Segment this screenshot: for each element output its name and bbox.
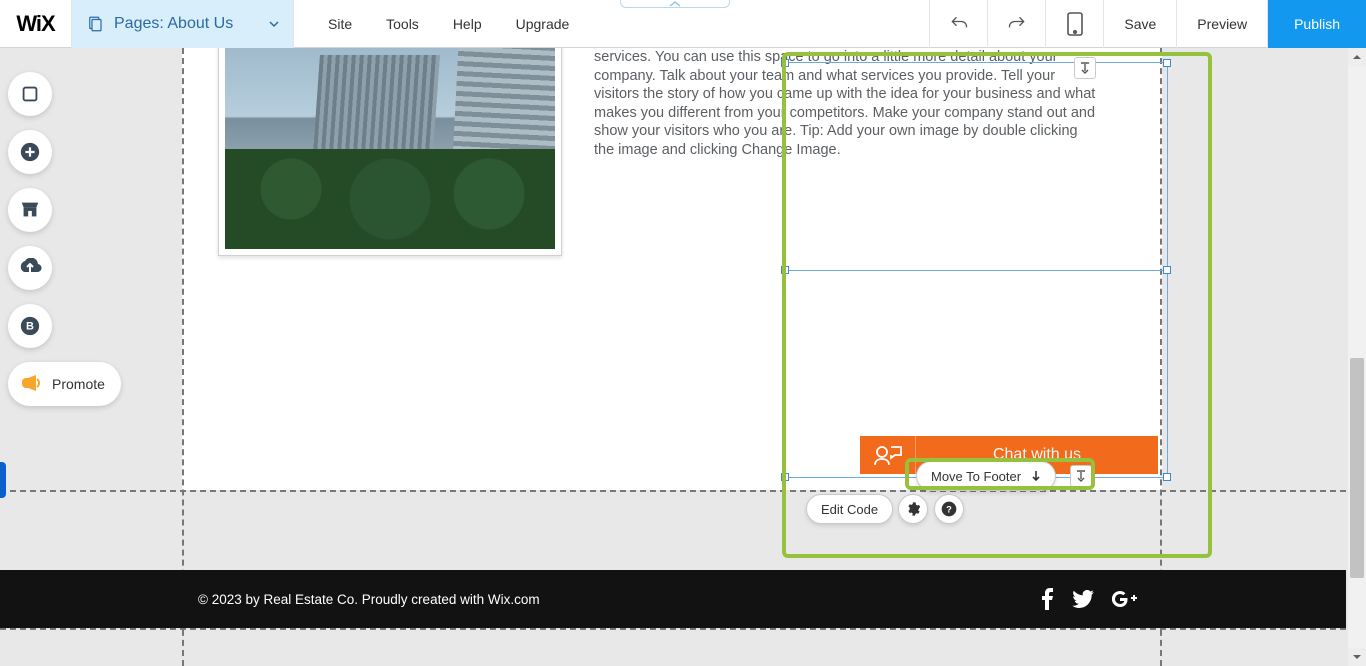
guide-section-end (0, 490, 1346, 492)
twitter-icon[interactable] (1072, 590, 1094, 608)
site-footer[interactable]: © 2023 by Real Estate Co. Proudly create… (0, 570, 1346, 628)
scroll-down-button[interactable] (1348, 648, 1366, 666)
edit-code-button[interactable]: Edit Code (806, 494, 893, 524)
redo-button[interactable] (987, 0, 1045, 48)
guide-footer-end (0, 628, 1346, 630)
rail-bookings-button[interactable]: B (8, 304, 52, 348)
arrow-down-icon (1031, 470, 1041, 482)
resize-handle-tr[interactable] (1163, 59, 1171, 67)
facebook-icon[interactable] (1040, 588, 1054, 610)
chevron-down-icon (269, 19, 279, 29)
selection-midline (785, 270, 1167, 271)
move-to-footer-label: Move To Footer (931, 469, 1021, 484)
resize-handle-bl[interactable] (781, 473, 789, 481)
attach-top-button[interactable] (1074, 57, 1096, 79)
help-button[interactable]: ? (934, 494, 964, 524)
about-image[interactable] (218, 38, 562, 256)
pages-dropdown-label: Pages: About Us (114, 15, 233, 33)
undo-button[interactable] (929, 0, 987, 48)
left-tool-rail: B Promote (8, 72, 121, 406)
settings-button[interactable] (898, 494, 928, 524)
scroll-up-button[interactable] (1348, 48, 1366, 66)
rail-promote-label: Promote (52, 376, 105, 392)
attach-bottom-button[interactable] (1070, 465, 1092, 487)
preview-button[interactable]: Preview (1176, 0, 1267, 48)
resize-handle-br[interactable] (1163, 473, 1171, 481)
publish-button[interactable]: Publish (1267, 0, 1366, 48)
move-to-footer-button[interactable]: Move To Footer (916, 461, 1056, 491)
edit-code-label: Edit Code (821, 502, 878, 517)
pages-dropdown[interactable]: Pages: About Us (72, 0, 294, 48)
footer-text: © 2023 by Real Estate Co. Proudly create… (198, 592, 540, 607)
rail-store-button[interactable] (8, 188, 52, 232)
resize-handle-tl[interactable] (781, 59, 789, 67)
top-menu: Site Tools Help Upgrade (328, 16, 569, 32)
scrollbar-thumb[interactable] (1350, 358, 1364, 578)
rail-add-button[interactable] (8, 130, 52, 174)
rail-promote-button[interactable]: Promote (8, 362, 121, 406)
menu-upgrade[interactable]: Upgrade (516, 16, 570, 32)
top-drawer-handle[interactable] (620, 0, 730, 8)
googleplus-icon[interactable] (1112, 589, 1138, 609)
save-button[interactable]: Save (1103, 0, 1176, 48)
vertical-scrollbar[interactable] (1348, 48, 1366, 666)
menu-site[interactable]: Site (328, 16, 352, 32)
svg-text:?: ? (946, 504, 952, 514)
mobile-view-button[interactable] (1045, 0, 1103, 48)
resize-handle-mr[interactable] (1163, 266, 1171, 274)
rail-upload-button[interactable] (8, 246, 52, 290)
pages-icon (86, 15, 104, 33)
svg-text:B: B (26, 321, 34, 333)
resize-handle-ml[interactable] (781, 266, 789, 274)
editor-canvas[interactable]: services. You can use this space to go i… (0, 48, 1346, 666)
menu-tools[interactable]: Tools (386, 16, 419, 32)
megaphone-icon (16, 370, 44, 398)
menu-help[interactable]: Help (453, 16, 482, 32)
left-edge-tab[interactable] (0, 462, 6, 498)
about-image-content (225, 45, 555, 249)
selected-html-component[interactable] (784, 62, 1168, 478)
wix-logo[interactable]: WiX (0, 0, 72, 48)
rail-inspector-button[interactable] (8, 72, 52, 116)
footer-socials (1040, 588, 1138, 610)
topbar-right: Save Preview Publish (929, 0, 1366, 47)
